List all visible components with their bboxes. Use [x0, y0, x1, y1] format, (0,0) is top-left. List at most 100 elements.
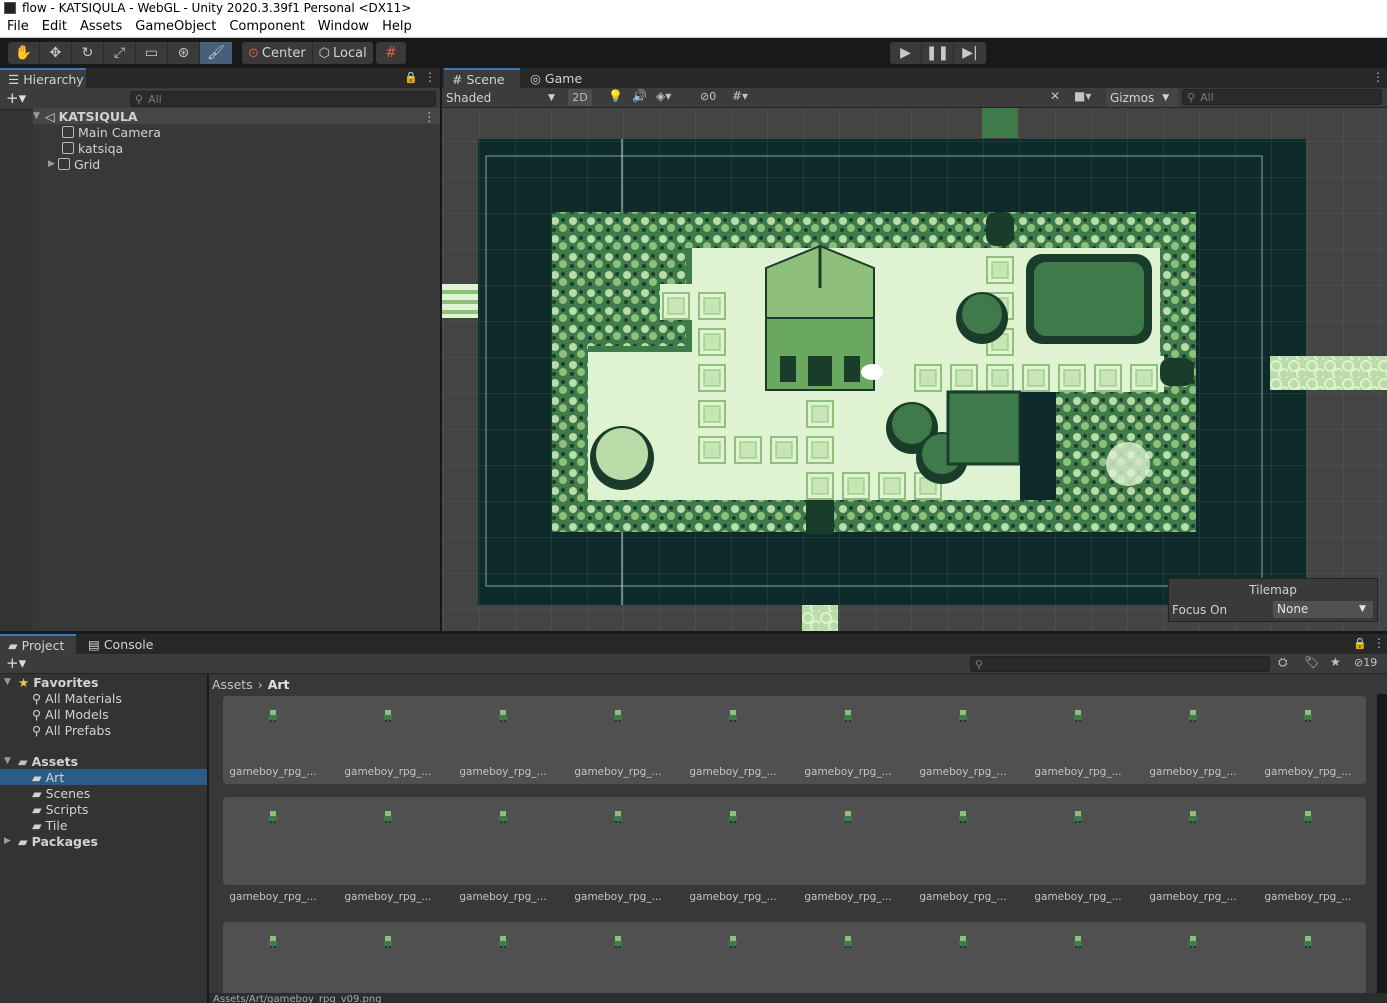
asset-label[interactable]: gameboy_rpg_...	[1143, 766, 1243, 778]
sprite-thumbnail-icon[interactable]	[498, 710, 508, 722]
breadcrumb-assets[interactable]: Assets	[212, 677, 253, 692]
tab-hierarchy[interactable]: ☰ Hierarchy	[0, 68, 86, 88]
assets-row[interactable]: ▼ ▰ Assets	[4, 753, 78, 769]
hierarchy-search-input[interactable]: ⚲ All	[130, 91, 436, 107]
menu-component[interactable]: Component	[222, 19, 310, 34]
packages-row[interactable]: ▶ ▰ Packages	[4, 833, 98, 849]
sprite-thumbnail-icon[interactable]	[613, 936, 623, 948]
menu-gameobject[interactable]: GameObject	[128, 19, 222, 34]
favorite-star-icon[interactable]: ★	[1330, 655, 1341, 669]
asset-label[interactable]: gameboy_rpg_...	[338, 766, 438, 778]
asset-label[interactable]: gameboy_rpg_...	[223, 891, 323, 903]
grid-toggle-icon[interactable]: #▾	[732, 89, 748, 103]
rect-tool-icon[interactable]: ▭	[136, 42, 168, 64]
move-tool-icon[interactable]: ✥	[40, 42, 72, 64]
shading-dropdown[interactable]: Shaded ▼	[442, 88, 562, 107]
asset-label[interactable]: gameboy_rpg_...	[223, 766, 323, 778]
folder-item-art[interactable]: ▰ Art	[0, 769, 207, 785]
scene-canvas[interactable]	[442, 108, 1387, 631]
sprite-thumbnail-icon[interactable]	[498, 811, 508, 823]
expand-arrow-icon[interactable]: ▼	[33, 111, 43, 121]
asset-label[interactable]: gameboy_rpg_...	[1143, 891, 1243, 903]
breadcrumb-art[interactable]: Art	[268, 677, 290, 692]
asset-label[interactable]: gameboy_rpg_...	[1028, 766, 1128, 778]
hierarchy-item[interactable]: katsiqa	[62, 140, 123, 156]
tab-scene[interactable]: # Scene	[444, 68, 520, 88]
sprite-thumbnail-icon[interactable]	[383, 710, 393, 722]
sprite-thumbnail-icon[interactable]	[843, 811, 853, 823]
asset-label[interactable]: gameboy_rpg_...	[913, 766, 1013, 778]
effects-icon[interactable]: ◈▾	[656, 89, 671, 103]
filter-label-icon[interactable]: 🏷	[1304, 655, 1319, 669]
transform-tool-icon[interactable]: ⊛	[168, 42, 200, 64]
sprite-thumbnail-icon[interactable]	[1073, 710, 1083, 722]
custom-tool-icon[interactable]: 🖌	[200, 42, 232, 64]
asset-label[interactable]: gameboy_rpg_...	[568, 891, 668, 903]
hierarchy-item[interactable]: Main Camera	[62, 124, 161, 140]
sprite-thumbnail-icon[interactable]	[1073, 936, 1083, 948]
favorite-item[interactable]: ⚲ All Models	[32, 706, 109, 722]
tools-icon[interactable]: ✕	[1050, 89, 1060, 103]
sprite-thumbnail-icon[interactable]	[958, 936, 968, 948]
grid-snap-icon[interactable]: #	[376, 42, 406, 64]
asset-label[interactable]: gameboy_rpg_...	[1258, 766, 1358, 778]
folder-item[interactable]: ▰ Tile	[32, 817, 68, 833]
sprite-thumbnail-icon[interactable]	[728, 936, 738, 948]
sprite-thumbnail-icon[interactable]	[268, 936, 278, 948]
tab-project[interactable]: ▰ Project	[0, 634, 76, 654]
panel-menu-icon[interactable]: ⋮	[424, 70, 436, 84]
scale-tool-icon[interactable]: ⤢	[104, 42, 136, 64]
sprite-thumbnail-icon[interactable]	[383, 936, 393, 948]
sprite-thumbnail-icon[interactable]	[1073, 811, 1083, 823]
pivot-center-toggle[interactable]: ⊙ Center	[242, 42, 313, 64]
pause-icon[interactable]: ❚❚	[922, 42, 954, 64]
lighting-icon[interactable]: 💡	[608, 89, 623, 103]
sprite-thumbnail-icon[interactable]	[1188, 710, 1198, 722]
sprite-thumbnail-icon[interactable]	[1303, 936, 1313, 948]
gizmos-dropdown[interactable]: Gizmos ▼	[1106, 88, 1178, 107]
sprite-thumbnail-icon[interactable]	[1188, 936, 1198, 948]
favorite-item[interactable]: ⚲ All Prefabs	[32, 722, 111, 738]
sprite-thumbnail-icon[interactable]	[613, 710, 623, 722]
pivot-local-toggle[interactable]: ⬡ Local	[313, 42, 373, 64]
lock-icon[interactable]: 🔒	[1353, 637, 1367, 650]
sprite-thumbnail-icon[interactable]	[1303, 811, 1313, 823]
asset-label[interactable]: gameboy_rpg_...	[338, 891, 438, 903]
focus-on-dropdown[interactable]: None ▼	[1273, 601, 1373, 618]
add-icon[interactable]: +▾	[6, 654, 26, 672]
asset-label[interactable]: gameboy_rpg_...	[683, 766, 783, 778]
menu-help[interactable]: Help	[375, 19, 418, 34]
audio-icon[interactable]: 🔊	[632, 89, 647, 103]
scene-search-input[interactable]: ⚲ All	[1182, 89, 1382, 105]
sprite-thumbnail-icon[interactable]	[958, 811, 968, 823]
hand-tool-icon[interactable]: ✋	[8, 42, 40, 64]
favorite-item[interactable]: ⚲ All Materials	[32, 690, 122, 706]
menu-assets[interactable]: Assets	[73, 19, 128, 34]
play-icon[interactable]: ▶	[890, 42, 922, 64]
camera-icon[interactable]: ■▾	[1074, 89, 1091, 103]
menu-window[interactable]: Window	[311, 19, 375, 34]
expand-arrow-icon[interactable]: ▼	[4, 756, 14, 766]
filter-type-icon[interactable]: ⛭	[1278, 655, 1288, 670]
mode-2d-toggle[interactable]: 2D	[568, 89, 592, 106]
scene-menu-icon[interactable]: ⋮	[423, 109, 436, 124]
sprite-thumbnail-icon[interactable]	[728, 710, 738, 722]
sprite-thumbnail-icon[interactable]	[958, 710, 968, 722]
sprite-thumbnail-icon[interactable]	[728, 811, 738, 823]
collapse-arrow-icon[interactable]: ▶	[4, 836, 14, 846]
hidden-packages-icon[interactable]: ⊘19	[1354, 656, 1377, 669]
asset-label[interactable]: gameboy_rpg_...	[568, 766, 668, 778]
sprite-thumbnail-icon[interactable]	[383, 811, 393, 823]
sprite-thumbnail-icon[interactable]	[1303, 710, 1313, 722]
asset-label[interactable]: gameboy_rpg_...	[453, 891, 553, 903]
panel-menu-icon[interactable]: ⋮	[1373, 636, 1385, 650]
panel-menu-icon[interactable]: ⋮	[1372, 70, 1384, 84]
sprite-thumbnail-icon[interactable]	[268, 710, 278, 722]
rotate-tool-icon[interactable]: ↻	[72, 42, 104, 64]
step-icon[interactable]: ▶|	[954, 42, 986, 64]
menu-file[interactable]: File	[0, 19, 35, 34]
tab-console[interactable]: ▤ Console	[80, 634, 160, 654]
project-search-input[interactable]: ⚲	[970, 656, 1270, 672]
asset-label[interactable]: gameboy_rpg_...	[1028, 891, 1128, 903]
sprite-thumbnail-icon[interactable]	[843, 936, 853, 948]
